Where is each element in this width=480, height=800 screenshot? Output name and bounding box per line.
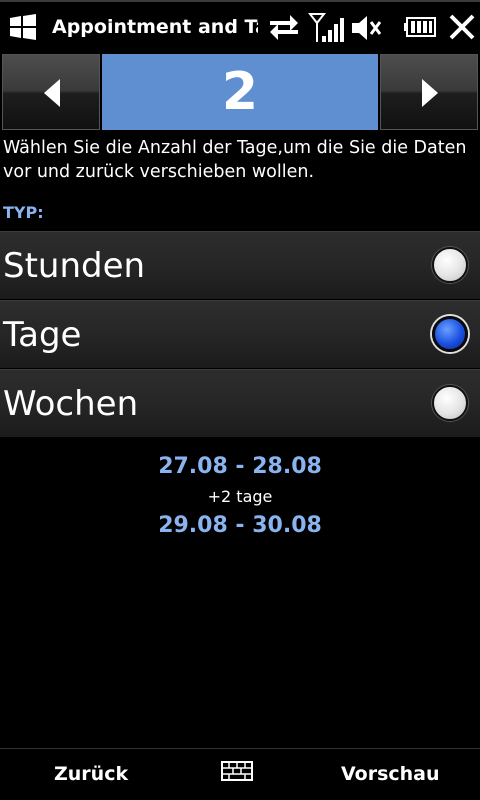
shift-delta: +2 tage xyxy=(207,487,273,506)
radio-button-unselected[interactable] xyxy=(432,385,468,421)
decrement-button[interactable] xyxy=(2,54,100,130)
option-wochen[interactable]: Wochen xyxy=(0,369,480,437)
data-sync-icon xyxy=(270,15,298,40)
keyboard-icon[interactable] xyxy=(221,761,253,781)
option-label: Stunden xyxy=(3,246,146,286)
title-bar: Appointment and Ta xyxy=(0,0,480,52)
close-icon[interactable] xyxy=(448,12,476,42)
option-tage[interactable]: Tage xyxy=(0,300,480,368)
from-date-range: 27.08 - 28.08 xyxy=(158,454,322,479)
windows-start-icon[interactable] xyxy=(8,13,38,41)
option-label: Tage xyxy=(3,315,82,355)
option-label: Wochen xyxy=(3,384,139,424)
radio-button-unselected[interactable] xyxy=(432,247,468,283)
type-options: Stunden Tage Wochen xyxy=(0,231,480,438)
increment-button[interactable] xyxy=(380,54,478,130)
chevron-right-icon xyxy=(422,79,438,107)
chevron-left-icon xyxy=(44,79,60,107)
radio-button-selected[interactable] xyxy=(432,316,468,352)
signal-strength-icon xyxy=(308,13,344,42)
instruction-text: Wählen Sie die Anzahl der Tage,um die Si… xyxy=(3,138,467,182)
day-count-value: 2 xyxy=(102,54,378,130)
softkey-bar: Zurück Vorschau xyxy=(0,748,480,800)
option-stunden[interactable]: Stunden xyxy=(0,231,480,299)
app-title: Appointment and Ta xyxy=(52,16,258,38)
to-date-range: 29.08 - 30.08 xyxy=(158,513,322,538)
back-softkey[interactable]: Zurück xyxy=(54,761,128,787)
speaker-muted-icon xyxy=(352,16,382,40)
preview-softkey[interactable]: Vorschau xyxy=(341,761,440,787)
battery-icon xyxy=(404,17,436,37)
day-count-stepper: 2 xyxy=(0,52,480,132)
type-section-label: TYP: xyxy=(3,203,44,222)
